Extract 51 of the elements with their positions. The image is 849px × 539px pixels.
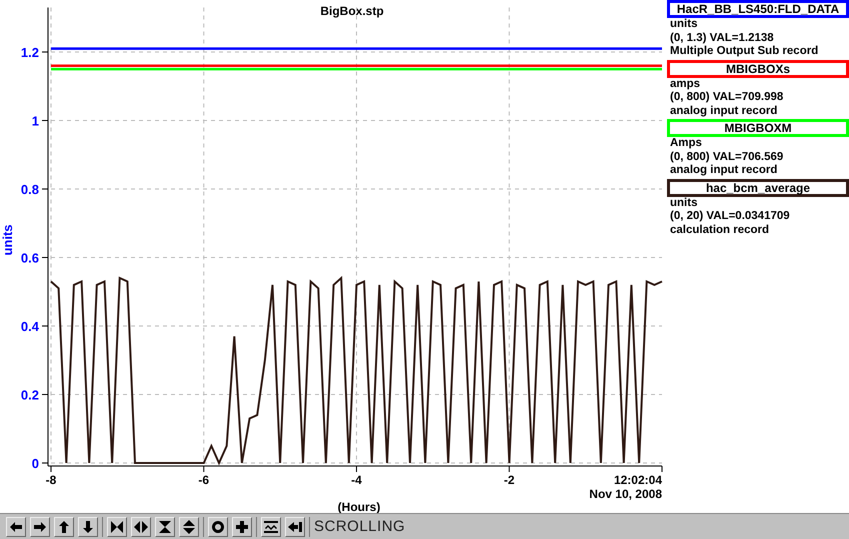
legend-name: HacR_BB_LS450:FLD_DATA	[667, 0, 849, 18]
legend-record-type: Multiple Output Sub record	[669, 45, 820, 58]
legend-value: (0, 800) VAL=706.569	[669, 150, 784, 164]
plus-icon	[234, 518, 250, 534]
x-tick-label: -8	[46, 473, 56, 487]
x-tick-label: -6	[198, 473, 210, 487]
legend-units: Amps	[669, 137, 703, 150]
y-tick-label: 1	[32, 114, 39, 128]
y-tick-label: 0.6	[20, 250, 39, 266]
time-label: 12:02:04	[614, 473, 662, 487]
x-tick-label: -4	[351, 473, 362, 487]
y-tick-label: 0.8	[20, 182, 39, 197]
legend-units: units	[669, 196, 698, 210]
legend-record-type: analog input record	[669, 164, 778, 178]
toolbar-button[interactable]	[107, 516, 127, 536]
y-tick-label: 1.2	[20, 45, 39, 60]
legend-value: (0, 20) VAL=0.0341709	[669, 210, 791, 224]
legend-units: amps	[669, 78, 702, 91]
toolbar-button[interactable]	[6, 516, 26, 536]
date-label: Nov 10, 2008	[589, 487, 662, 501]
toolbar-button[interactable]	[232, 516, 252, 536]
legend-units: units	[669, 18, 698, 32]
x-tick-label: -2	[504, 473, 515, 487]
inward-triangles-icon	[109, 518, 125, 534]
toolbar-button[interactable]	[155, 516, 175, 536]
wave-box-icon	[263, 518, 279, 534]
toolbar-button[interactable]	[261, 516, 281, 536]
legend-name: MBIGBOXM	[667, 119, 849, 137]
legend-value: (0, 1.3) VAL=1.2138	[669, 32, 775, 45]
toolbar-button[interactable]	[54, 516, 74, 536]
y-tick-label: 0.2	[20, 388, 39, 402]
y-tick-label: 0	[32, 456, 39, 471]
toolbar-button[interactable]	[208, 516, 228, 536]
up-down-triangles-icon	[181, 518, 197, 534]
y-tick-label: 0.4	[20, 319, 39, 334]
legend-name: MBIGBOXs	[667, 60, 849, 78]
legend-record-type: analog input record	[669, 104, 778, 118]
outward-triangles-icon	[133, 518, 149, 534]
hourglass-icon	[157, 518, 173, 534]
legend-record-type: calculation record	[669, 224, 770, 237]
legend-name: hac_bcm_average	[667, 178, 849, 196]
toolbar-button[interactable]	[78, 516, 98, 536]
toolbar-button[interactable]	[285, 516, 305, 536]
ring-icon	[210, 518, 226, 534]
mode-label: SCROLLING	[314, 518, 406, 535]
toolbar-button[interactable]	[179, 516, 199, 536]
toolbar-button[interactable]	[30, 516, 50, 536]
chart-title: BigBox.stp	[320, 4, 384, 18]
legend-value: (0, 800) VAL=709.998	[669, 91, 784, 104]
toolbar-button[interactable]	[131, 516, 151, 536]
y-axis-title: units	[0, 224, 15, 256]
